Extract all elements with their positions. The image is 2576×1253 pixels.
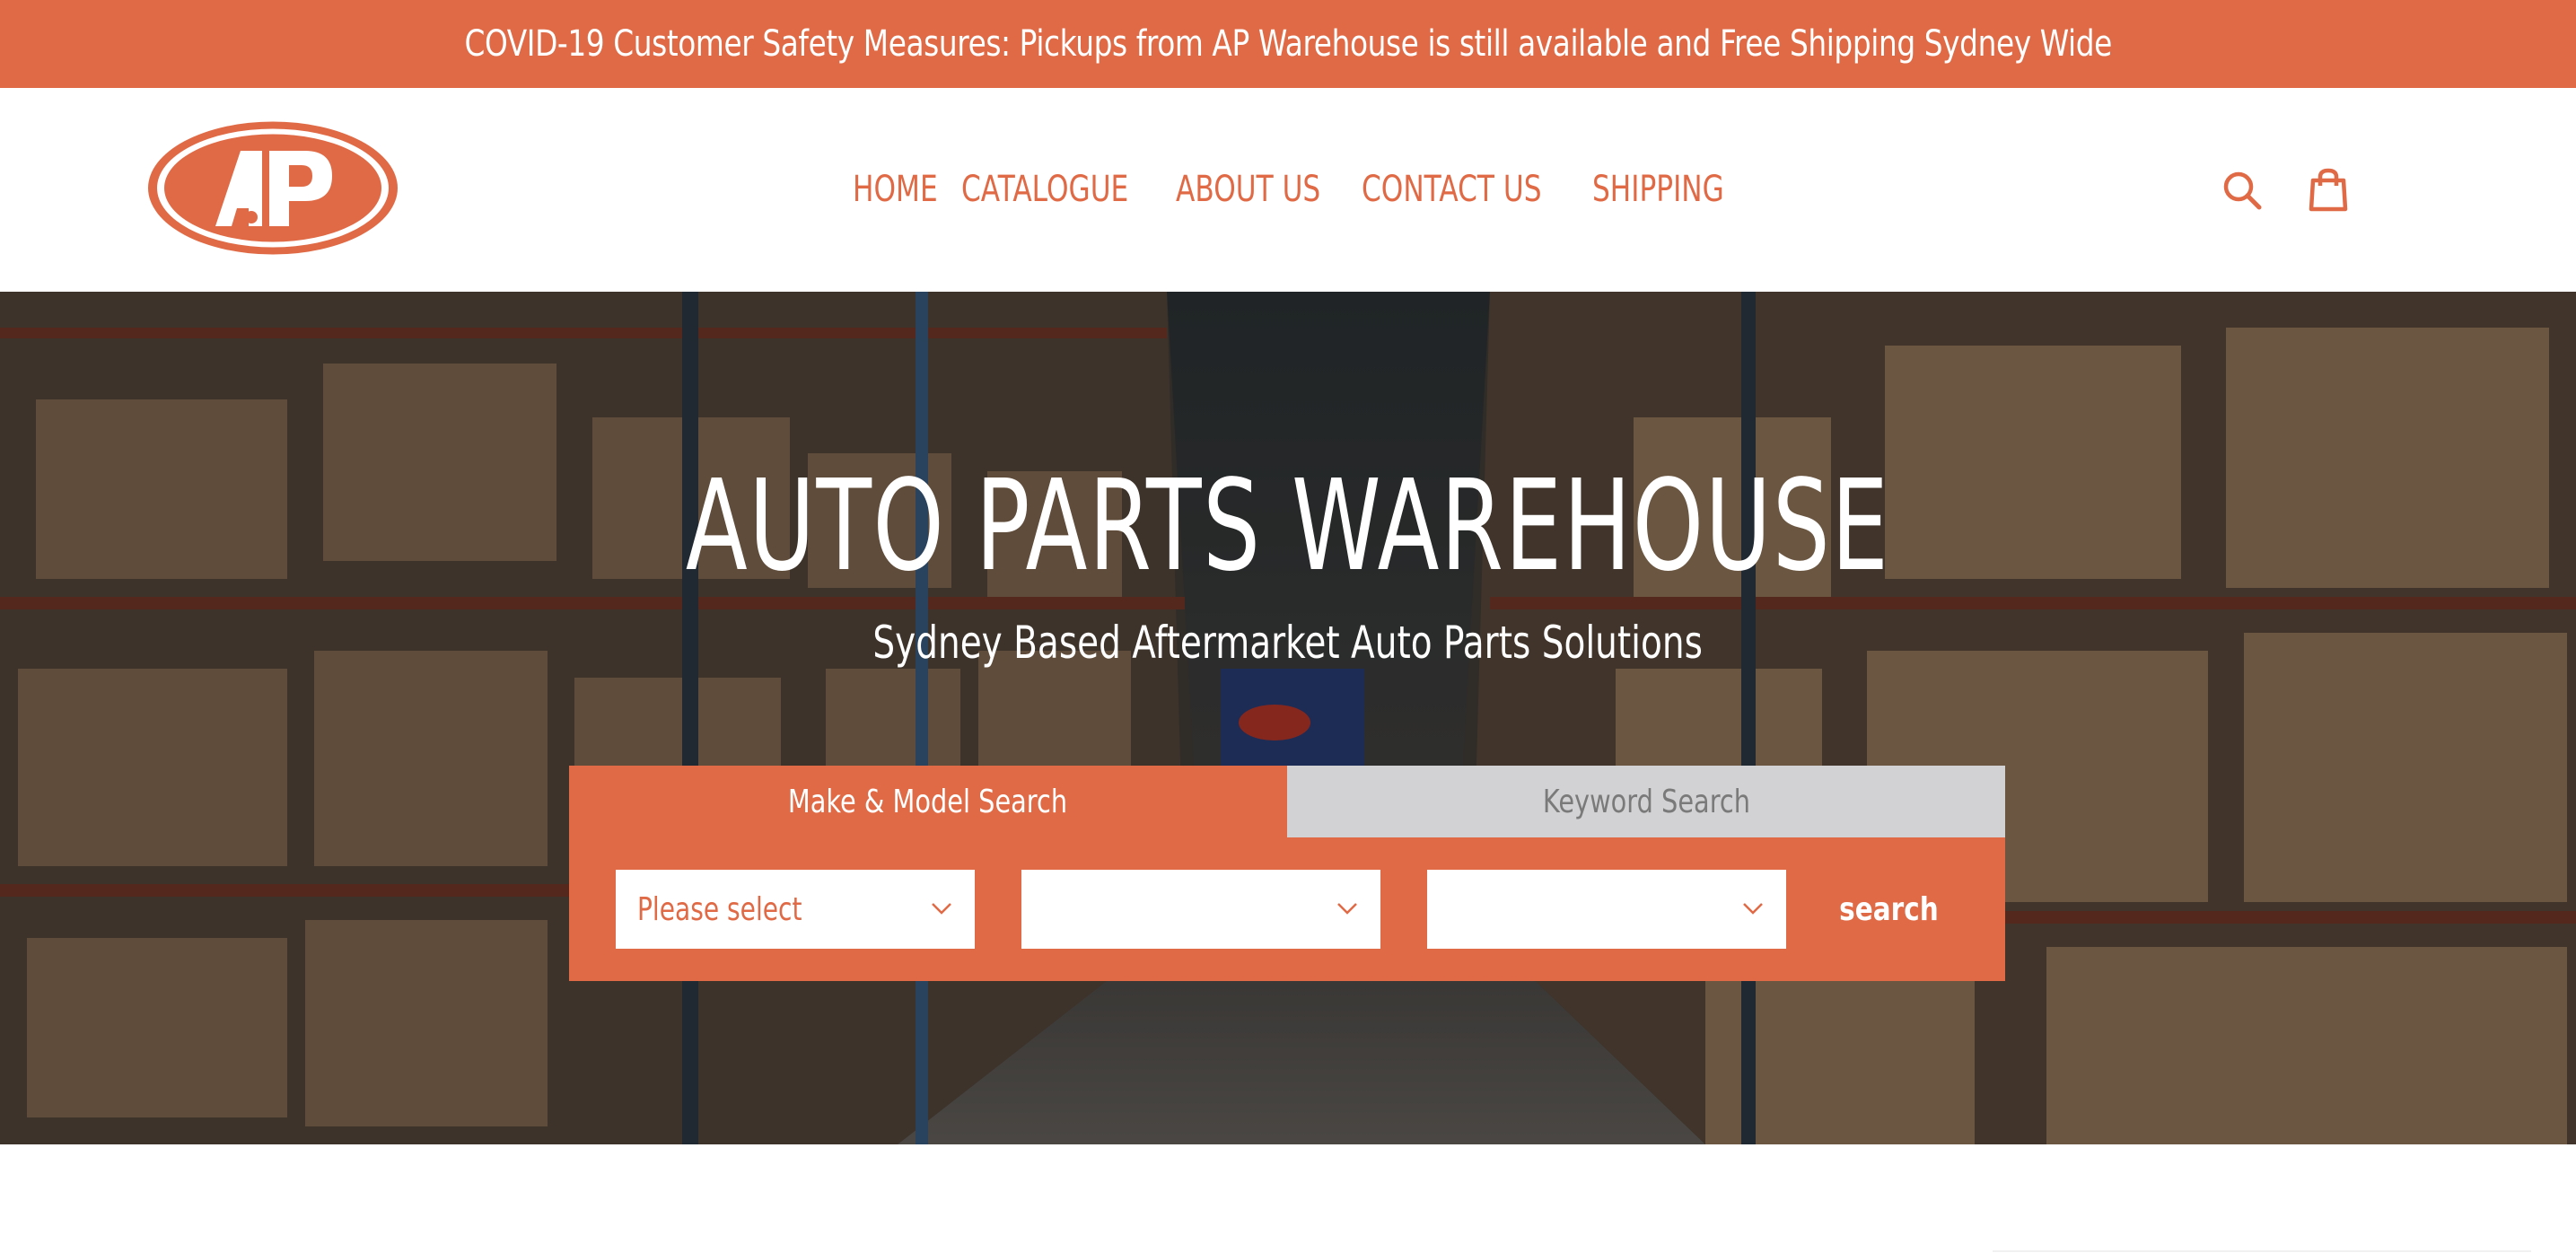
shopping-bag-icon[interactable] — [2303, 165, 2353, 215]
announcement-text: COVID-19 Customer Safety Measures: Picku… — [464, 23, 2112, 65]
hero-subtitle: Sydney Based Aftermarket Auto Parts Solu… — [872, 617, 1704, 669]
search-tabs: Make & Model Search Keyword Search — [569, 766, 2005, 837]
ap-logo[interactable] — [145, 118, 400, 258]
nav-contact-us[interactable]: CONTACT US — [1362, 169, 1542, 210]
nav-about-us[interactable]: ABOUT US — [1176, 169, 1320, 210]
site-header: HOME CATALOGUE ABOUT US CONTACT US SHIPP… — [0, 88, 2576, 292]
nav-catalogue[interactable]: CATALOGUE — [961, 169, 1128, 210]
chevron-down-icon — [1337, 903, 1357, 915]
nav-shipping[interactable]: SHIPPING — [1592, 169, 1724, 210]
vehicle-search-widget: Make & Model Search Keyword Search Pleas… — [569, 766, 2005, 981]
search-icon[interactable] — [2217, 165, 2267, 215]
year-select[interactable] — [1427, 870, 1786, 949]
tab-make-model-search[interactable]: Make & Model Search — [569, 766, 1287, 837]
search-button[interactable]: search — [1808, 870, 1969, 949]
main-nav: HOME CATALOGUE ABOUT US CONTACT US SHIPP… — [853, 158, 1732, 221]
search-panel: Please select search — [569, 837, 2005, 981]
model-select[interactable] — [1021, 870, 1380, 949]
announcement-bar: COVID-19 Customer Safety Measures: Picku… — [0, 0, 2576, 88]
make-select-value: Please select — [637, 890, 802, 928]
page-content-start — [0, 1144, 2576, 1253]
hero-banner: AUTO PARTS WAREHOUSE Sydney Based Afterm… — [0, 292, 2576, 1144]
chevron-down-icon — [1743, 903, 1763, 915]
divider — [1993, 1250, 2531, 1252]
make-select[interactable]: Please select — [616, 870, 975, 949]
nav-home[interactable]: HOME — [853, 169, 938, 210]
warehouse-background-image — [0, 292, 2576, 1144]
chevron-down-icon — [932, 903, 951, 915]
hero-title: AUTO PARTS WAREHOUSE — [686, 453, 1890, 600]
tab-keyword-search[interactable]: Keyword Search — [1287, 766, 2005, 837]
